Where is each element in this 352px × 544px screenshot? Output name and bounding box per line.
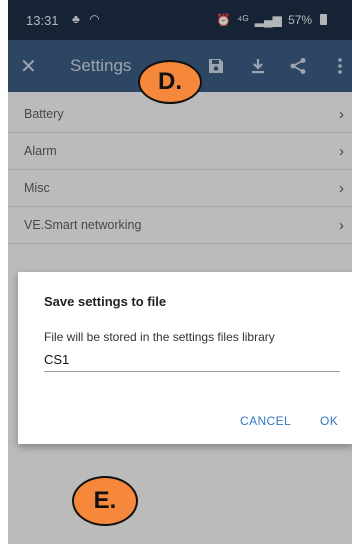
cancel-button[interactable]: CANCEL — [240, 414, 291, 428]
ok-button[interactable]: OK — [320, 414, 338, 428]
callout-d: D. — [138, 60, 202, 104]
dialog-message: File will be stored in the settings file… — [44, 330, 275, 344]
save-settings-dialog: Save settings to file File will be store… — [18, 272, 352, 444]
dialog-title: Save settings to file — [44, 294, 167, 309]
callout-e: E. — [72, 476, 138, 526]
file-name-input[interactable] — [44, 348, 340, 372]
